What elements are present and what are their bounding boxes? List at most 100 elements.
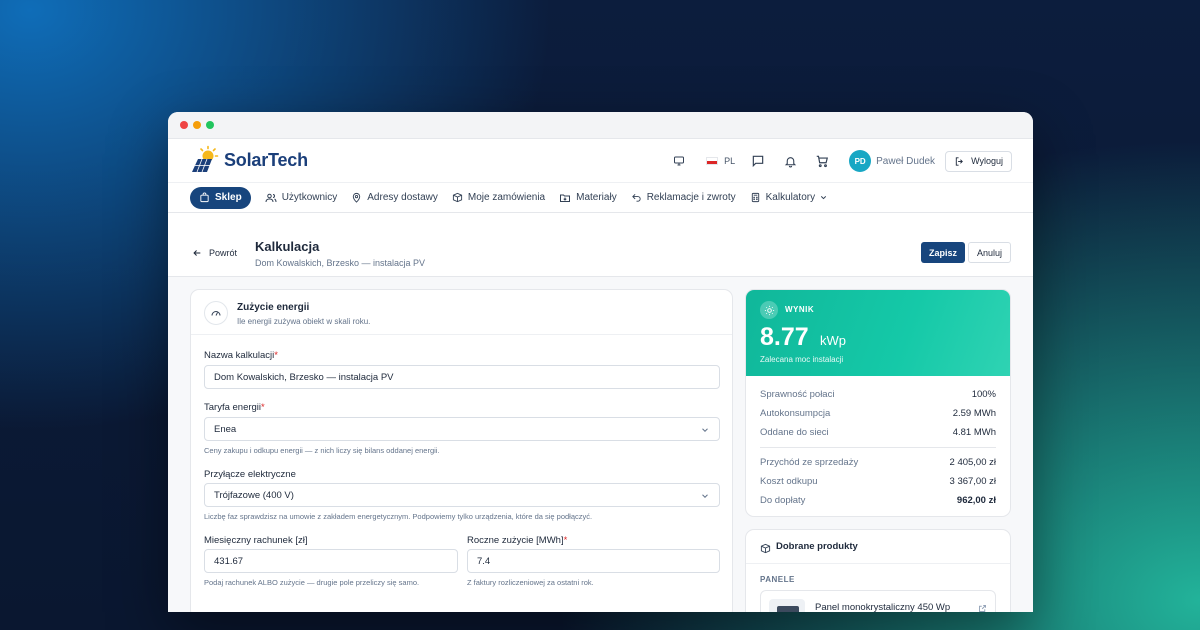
usage-label: Roczne zużycie [MWh]*: [467, 535, 568, 546]
bill-input[interactable]: 431.67: [204, 549, 458, 573]
nav-item-materials[interactable]: Materiały: [559, 192, 617, 204]
chevron-down-icon: [702, 428, 708, 432]
nav-label: Moje zamówienia: [467, 192, 546, 203]
box-icon: [452, 192, 462, 203]
main-navigation: Sklep Użytkownicy Adresy dostawy Moje za…: [168, 183, 1033, 213]
nav-item-addresses[interactable]: Adresy dostawy: [351, 192, 438, 203]
tariff-selected-value: Enea: [214, 423, 237, 435]
user-name[interactable]: Paweł Dudek: [876, 156, 935, 167]
back-button[interactable]: Powrót: [192, 248, 237, 258]
result-row: Sprawność połaci 100%: [760, 389, 996, 400]
save-button[interactable]: Zapisz: [920, 242, 965, 263]
bill-label: Miesięczny rachunek [zł]: [204, 535, 308, 546]
folder-icon: [560, 194, 571, 202]
energy-section-header: Zużycie energii Ile energii zużywa obiek…: [191, 290, 732, 335]
products-card: Dobrane produkty PANELE Panel monokrysta…: [745, 529, 1011, 612]
page-title: Kalkulacja: [255, 239, 320, 254]
tariff-hint: Ceny zakupu i odkupu energii — z nich li…: [204, 446, 440, 455]
tariff-label: Taryfa energii*: [204, 402, 265, 413]
result-caption: Zalecana moc instalacji: [760, 355, 844, 364]
poland-flag-icon: [706, 157, 719, 165]
connection-select[interactable]: Trójfazowe (400 V): [204, 483, 720, 507]
cancel-button[interactable]: Anuluj: [967, 242, 1011, 263]
users-icon: [265, 193, 277, 202]
external-link-icon[interactable]: [978, 600, 987, 612]
window-titlebar: [168, 112, 1033, 139]
close-window-dot[interactable]: [180, 121, 188, 129]
connection-label: Przyłącze elektryczne: [204, 469, 296, 480]
app-header: SolarTech PL PD Paweł Dudek Wyloguj: [168, 139, 1033, 183]
nav-item-orders[interactable]: Moje zamówienia: [452, 192, 545, 203]
product-category: PANELE: [760, 575, 795, 584]
result-row: Przychód ze sprzedaży 2 405,00 zł: [760, 457, 996, 468]
minimize-window-dot[interactable]: [193, 121, 201, 129]
energy-usage-card: Zużycie energii Ile energii zużywa obiek…: [190, 289, 733, 612]
calc-name-label: Nazwa kalkulacji*: [204, 350, 278, 361]
product-item[interactable]: Panel monokrystaliczny 450 Wp: [760, 590, 996, 612]
divider: [760, 447, 996, 448]
language-code: PL: [724, 156, 736, 166]
sun-icon: [760, 301, 778, 319]
result-row: Oddane do sieci 4.81 MWh: [760, 427, 996, 438]
monitor-icon[interactable]: [670, 152, 688, 170]
cart-icon[interactable]: [813, 152, 831, 170]
brand-name: SolarTech: [224, 149, 308, 170]
browser-window: SolarTech PL PD Paweł Dudek Wyloguj Skle…: [168, 112, 1033, 612]
logout-label: Wyloguj: [971, 156, 1003, 166]
logout-button[interactable]: Wyloguj: [945, 150, 1012, 172]
chat-icon[interactable]: [749, 152, 767, 170]
nav-label: Reklamacje i zwroty: [646, 192, 736, 203]
bag-icon: [200, 192, 209, 203]
usage-hint: Z faktury rozliczeniowej za ostatni rok.: [467, 578, 594, 587]
product-name: Panel monokrystaliczny 450 Wp: [815, 602, 951, 612]
nav-label: Sklep: [215, 192, 242, 203]
result-row: Autokonsumpcja 2.59 MWh: [760, 408, 996, 419]
page-header: Powrót Kalkulacja Dom Kowalskich, Brzesk…: [168, 213, 1033, 277]
avatar[interactable]: PD: [849, 150, 872, 172]
section-description: Ile energii zużywa obiekt w skali roku.: [237, 317, 371, 326]
product-thumbnail: [769, 599, 805, 612]
solar-panel-logo-icon: [190, 145, 220, 175]
box-icon: [760, 541, 771, 559]
result-unit: kWp: [820, 333, 846, 348]
result-row: Koszt odkupu 3 367,00 zł: [760, 476, 996, 487]
gauge-icon: [204, 301, 228, 325]
bill-hint: Podaj rachunek ALBO zużycie — drugie pol…: [204, 578, 420, 587]
products-title: Dobrane produkty: [776, 541, 858, 552]
nav-label: Kalkulatory: [765, 192, 816, 203]
arrow-left-icon: [193, 250, 201, 256]
calculator-icon: [751, 192, 759, 203]
chevron-down-icon: [821, 196, 827, 200]
pin-icon: [353, 192, 361, 203]
nav-label: Materiały: [576, 192, 617, 203]
page-content: Powrót Kalkulacja Dom Kowalskich, Brzesk…: [168, 213, 1033, 612]
connection-selected-value: Trójfazowe (400 V): [214, 489, 294, 501]
nav-item-returns[interactable]: Reklamacje i zwroty: [631, 192, 736, 203]
nav-item-users[interactable]: Użytkownicy: [265, 192, 338, 204]
page-subtitle: Dom Kowalskich, Brzesko — instalacja PV: [255, 258, 426, 268]
logout-icon: [955, 156, 963, 166]
section-title: Zużycie energii: [237, 302, 310, 313]
products-header: Dobrane produkty: [746, 530, 1010, 564]
chevron-down-icon: [702, 494, 708, 498]
result-row-total: Do dopłaty 962,00 zł: [760, 495, 996, 506]
brand-logo[interactable]: SolarTech: [190, 145, 308, 175]
header-actions: PL PD Paweł Dudek Wyloguj: [656, 150, 1012, 172]
calc-name-input[interactable]: Dom Kowalskich, Brzesko — instalacja PV: [204, 365, 720, 389]
undo-icon: [631, 193, 641, 202]
tariff-select[interactable]: Enea: [204, 417, 720, 441]
maximize-window-dot[interactable]: [206, 121, 214, 129]
result-badge: WYNIK: [785, 305, 815, 314]
bell-icon[interactable]: [781, 152, 799, 170]
result-summary: WYNIK 8.77 kWp Zalecana moc instalacji: [746, 290, 1010, 376]
nav-label: Adresy dostawy: [367, 192, 438, 203]
back-label: Powrót: [209, 248, 238, 258]
nav-item-sklep[interactable]: Sklep: [190, 186, 251, 209]
usage-input[interactable]: 7.4: [467, 549, 720, 573]
language-switcher[interactable]: PL: [706, 156, 735, 166]
result-value: 8.77: [760, 323, 809, 351]
result-card: WYNIK 8.77 kWp Zalecana moc instalacji S…: [745, 289, 1011, 517]
connection-hint: Liczbę faz sprawdzisz na umowie z zakład…: [204, 512, 593, 521]
nav-label: Użytkownicy: [281, 192, 338, 203]
nav-item-calculators[interactable]: Kalkulatory: [750, 192, 828, 203]
